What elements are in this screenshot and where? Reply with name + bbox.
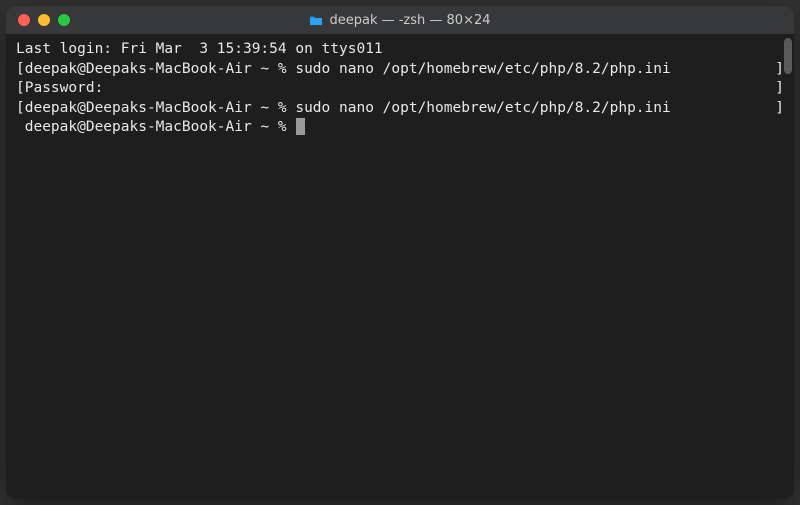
terminal-line: [Password: ]	[16, 79, 784, 99]
terminal-text: Last login: Fri Mar 3 15:39:54 on ttys01…	[16, 40, 383, 60]
terminal-body[interactable]: Last login: Fri Mar 3 15:39:54 on ttys01…	[6, 34, 794, 499]
minimize-icon[interactable]	[38, 14, 50, 26]
title-center: deepak — -zsh — 80×24	[6, 13, 794, 28]
terminal-prompt: deepak@Deepaks-MacBook-Air ~ %	[16, 118, 305, 138]
traffic-lights	[18, 14, 70, 26]
terminal-line: deepak@Deepaks-MacBook-Air ~ %	[16, 118, 784, 138]
close-icon[interactable]	[18, 14, 30, 26]
terminal-text: [deepak@Deepaks-MacBook-Air ~ % sudo nan…	[16, 99, 671, 119]
terminal-text: [Password:	[16, 79, 103, 99]
terminal-line: Last login: Fri Mar 3 15:39:54 on ttys01…	[16, 40, 784, 60]
scrollbar-thumb[interactable]	[784, 38, 792, 74]
terminal-line: [deepak@Deepaks-MacBook-Air ~ % sudo nan…	[16, 60, 784, 80]
folder-icon	[309, 15, 323, 26]
titlebar[interactable]: deepak — -zsh — 80×24	[6, 6, 794, 34]
maximize-icon[interactable]	[58, 14, 70, 26]
terminal-text: [deepak@Deepaks-MacBook-Air ~ % sudo nan…	[16, 60, 671, 80]
cursor-icon	[296, 118, 305, 135]
terminal-window: deepak — -zsh — 80×24 Last login: Fri Ma…	[6, 6, 794, 499]
terminal-line: [deepak@Deepaks-MacBook-Air ~ % sudo nan…	[16, 99, 784, 119]
window-title: deepak — -zsh — 80×24	[329, 13, 490, 28]
scrollbar[interactable]	[782, 34, 792, 497]
prompt-text: deepak@Deepaks-MacBook-Air ~ %	[16, 119, 295, 135]
